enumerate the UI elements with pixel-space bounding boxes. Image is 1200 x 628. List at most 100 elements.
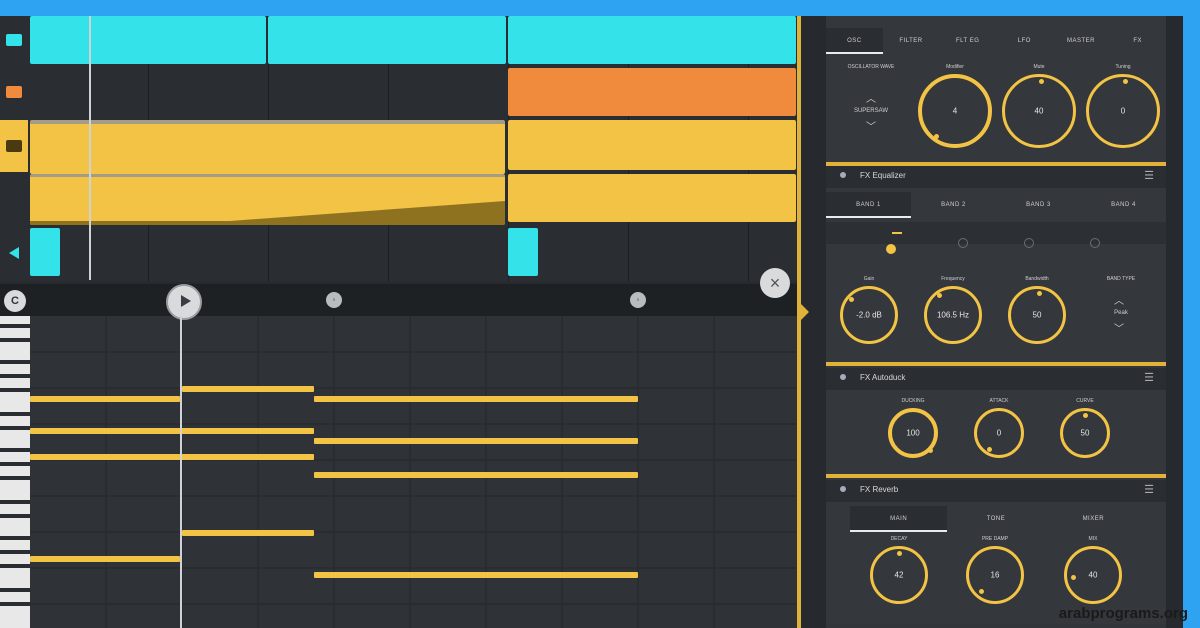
loop-marker-icon[interactable]: ◦ xyxy=(630,292,646,308)
midi-note[interactable] xyxy=(182,530,314,536)
tab-master[interactable]: MASTER xyxy=(1053,28,1110,54)
eq-node-icon[interactable] xyxy=(1090,238,1100,248)
black-key[interactable] xyxy=(0,602,30,606)
black-key[interactable] xyxy=(0,412,30,416)
black-key[interactable] xyxy=(0,324,30,328)
black-key[interactable] xyxy=(0,588,30,592)
tab-band-3[interactable]: BAND 3 xyxy=(996,192,1081,218)
attack-knob[interactable]: 0 xyxy=(974,408,1024,458)
black-key[interactable] xyxy=(0,360,30,364)
black-key[interactable] xyxy=(0,550,30,554)
mute-knob[interactable]: 40 xyxy=(1002,74,1076,148)
menu-icon[interactable]: ☰ xyxy=(1144,171,1154,182)
midi-note[interactable] xyxy=(314,572,638,578)
mix-knob[interactable]: 40 xyxy=(1064,546,1122,604)
midi-note[interactable] xyxy=(314,438,638,444)
black-key[interactable] xyxy=(0,448,30,452)
close-icon[interactable]: × xyxy=(760,268,790,298)
power-led-icon[interactable] xyxy=(840,374,846,380)
gain-knob[interactable]: -2.0 dB xyxy=(840,286,898,344)
piano-roll-ruler[interactable]: ◦ ◦ xyxy=(0,284,800,316)
midi-note[interactable] xyxy=(30,396,180,402)
bass-clip[interactable] xyxy=(508,68,796,116)
midi-note[interactable] xyxy=(182,386,314,392)
menu-icon[interactable]: ☰ xyxy=(1144,485,1154,496)
note-grid[interactable] xyxy=(30,316,800,628)
piano-keyboard[interactable] xyxy=(0,316,30,628)
tab-band-2[interactable]: BAND 2 xyxy=(911,192,996,218)
knob-indicator xyxy=(849,297,854,302)
panel-divider[interactable] xyxy=(797,16,801,628)
synth-clip[interactable] xyxy=(30,16,266,64)
automation-clip[interactable] xyxy=(30,174,505,225)
pre-damp-knob[interactable]: 16 xyxy=(966,546,1024,604)
loop-toggle-icon[interactable]: C xyxy=(4,290,26,312)
keys-clip[interactable] xyxy=(508,120,796,170)
black-key[interactable] xyxy=(0,536,30,540)
tab-lfo[interactable]: LFO xyxy=(996,28,1053,54)
tab-main[interactable]: MAIN xyxy=(850,506,948,532)
black-key[interactable] xyxy=(0,514,30,518)
knob-label: CURVE xyxy=(1076,398,1094,404)
tab-band-1[interactable]: BAND 1 xyxy=(826,192,911,218)
power-led-icon[interactable] xyxy=(840,172,846,178)
tab-flt-eg[interactable]: FLT EG xyxy=(939,28,996,54)
tab-tone[interactable]: TONE xyxy=(947,506,1044,532)
piano-roll-playhead[interactable] xyxy=(180,316,182,628)
knob-label: Modifier xyxy=(946,64,964,70)
black-key[interactable] xyxy=(0,426,30,430)
decay-knob[interactable]: 42 xyxy=(870,546,928,604)
keys-track-icon[interactable] xyxy=(0,120,28,172)
chevron-up-icon[interactable]: ︿ xyxy=(1114,292,1124,307)
black-key[interactable] xyxy=(0,374,30,378)
synth-clip[interactable] xyxy=(268,16,506,64)
curve-knob[interactable]: 50 xyxy=(1060,408,1110,458)
eq-curve xyxy=(892,232,902,234)
tab-filter[interactable]: FILTER xyxy=(883,28,940,54)
black-key[interactable] xyxy=(0,500,30,504)
loop-marker-icon[interactable]: ◦ xyxy=(326,292,342,308)
tab-band-4[interactable]: BAND 4 xyxy=(1081,192,1166,218)
synth-track-icon[interactable] xyxy=(0,16,28,64)
power-led-icon[interactable] xyxy=(840,486,846,492)
band-type-selector[interactable]: Peak xyxy=(1094,310,1148,316)
drum-clip[interactable] xyxy=(30,228,60,276)
eq-curve-display[interactable] xyxy=(826,222,1166,254)
ducking-knob[interactable]: 100 xyxy=(888,408,938,458)
black-key[interactable] xyxy=(0,388,30,392)
midi-note[interactable] xyxy=(30,556,180,562)
tuning-knob[interactable]: 0 xyxy=(1086,74,1160,148)
midi-note[interactable] xyxy=(314,472,638,478)
tab-mixer[interactable]: MIXER xyxy=(1045,506,1142,532)
chevron-down-icon[interactable]: ﹀ xyxy=(1114,320,1124,335)
arrangement-playhead[interactable] xyxy=(89,16,91,280)
tab-fx[interactable]: FX xyxy=(1109,28,1166,54)
synth-clip[interactable] xyxy=(508,16,796,64)
midi-note[interactable] xyxy=(30,428,314,434)
eq-node-icon[interactable] xyxy=(886,244,896,254)
black-key[interactable] xyxy=(0,338,30,342)
tab-osc[interactable]: OSC xyxy=(826,28,883,54)
black-key[interactable] xyxy=(0,476,30,480)
bass-track-icon[interactable] xyxy=(0,66,28,118)
chevron-down-icon[interactable]: ﹀ xyxy=(866,118,876,133)
frequency-knob[interactable]: 106.5 Hz xyxy=(924,286,982,344)
wave-selector[interactable]: SUPERSAW xyxy=(834,108,908,114)
keys-clip[interactable] xyxy=(30,120,505,174)
black-key[interactable] xyxy=(0,564,30,568)
eq-node-icon[interactable] xyxy=(1024,238,1034,248)
collapse-arrow-icon[interactable] xyxy=(801,304,809,320)
chevron-up-icon[interactable]: ︿ xyxy=(866,90,876,105)
midi-note[interactable] xyxy=(30,454,314,460)
menu-icon[interactable]: ☰ xyxy=(1144,373,1154,384)
automation-clip[interactable] xyxy=(508,174,796,222)
eq-node-icon[interactable] xyxy=(958,238,968,248)
modifier-knob[interactable]: 4 xyxy=(918,74,992,148)
play-icon[interactable] xyxy=(166,284,202,320)
midi-note[interactable] xyxy=(314,396,638,402)
drum-track-icon[interactable] xyxy=(0,228,28,278)
drum-clip[interactable] xyxy=(508,228,538,276)
black-key[interactable] xyxy=(0,462,30,466)
bandwidth-knob[interactable]: 50 xyxy=(1008,286,1066,344)
automation-track-icon[interactable] xyxy=(0,172,28,222)
